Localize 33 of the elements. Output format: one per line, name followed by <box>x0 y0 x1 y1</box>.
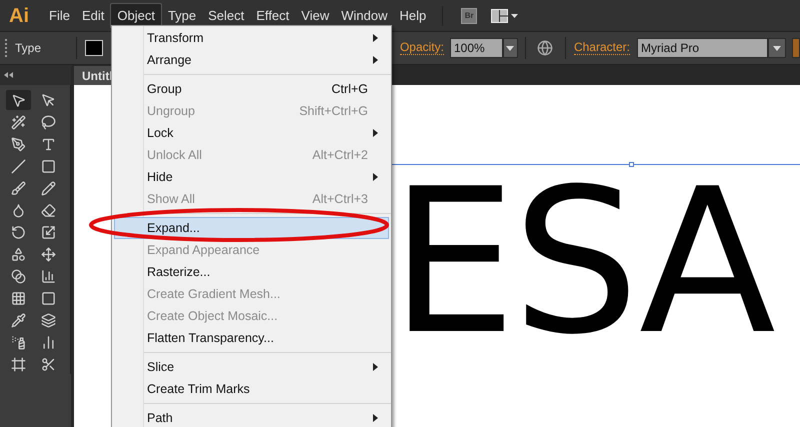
dropdown-button[interactable] <box>502 38 518 58</box>
menu-item[interactable]: Flatten Transparency... <box>114 327 389 349</box>
opacity-field[interactable]: 100% <box>450 38 503 58</box>
menu-bar-item[interactable]: Select <box>202 3 250 28</box>
menu-bar-item[interactable]: View <box>295 3 336 28</box>
menu-item[interactable]: Path <box>114 407 389 427</box>
character-label[interactable]: Character: <box>574 41 630 55</box>
menu-item[interactable]: Transform <box>114 27 389 49</box>
menu-item[interactable]: Slice <box>114 356 389 378</box>
opacity-label[interactable]: Opacity: <box>400 41 444 55</box>
menu-item[interactable]: Create Trim Marks <box>114 378 389 400</box>
canvas-text: ESA <box>390 175 772 351</box>
font-field[interactable]: Myriad Pro <box>637 38 768 58</box>
selection-type-label: Type <box>15 40 42 57</box>
caret-icon <box>506 46 514 50</box>
arrange-documents-icon[interactable] <box>491 8 518 22</box>
menu-bar-item[interactable]: Help <box>393 3 432 28</box>
collapse-panel-icon[interactable] <box>4 72 13 78</box>
fill-swatch[interactable] <box>85 40 104 56</box>
selection-handle[interactable] <box>629 162 634 167</box>
menu-item[interactable]: Hide <box>114 166 389 188</box>
dropdown-button[interactable] <box>768 38 786 58</box>
menu-bar-item[interactable]: Edit <box>76 3 110 28</box>
caret-icon <box>773 46 781 50</box>
app-logo: Ai <box>9 4 29 28</box>
style-swatch[interactable] <box>792 38 800 58</box>
menu-bar-item[interactable]: Window <box>335 3 394 28</box>
menu-item[interactable]: Rasterize... <box>114 261 389 283</box>
menu-bar-item[interactable]: File <box>43 3 76 28</box>
menu-bar-item[interactable]: Effect <box>250 3 296 28</box>
globe-icon[interactable] <box>536 40 553 56</box>
menu-item[interactable]: Lock <box>114 122 389 144</box>
menu-bar-item[interactable]: Type <box>162 3 202 28</box>
